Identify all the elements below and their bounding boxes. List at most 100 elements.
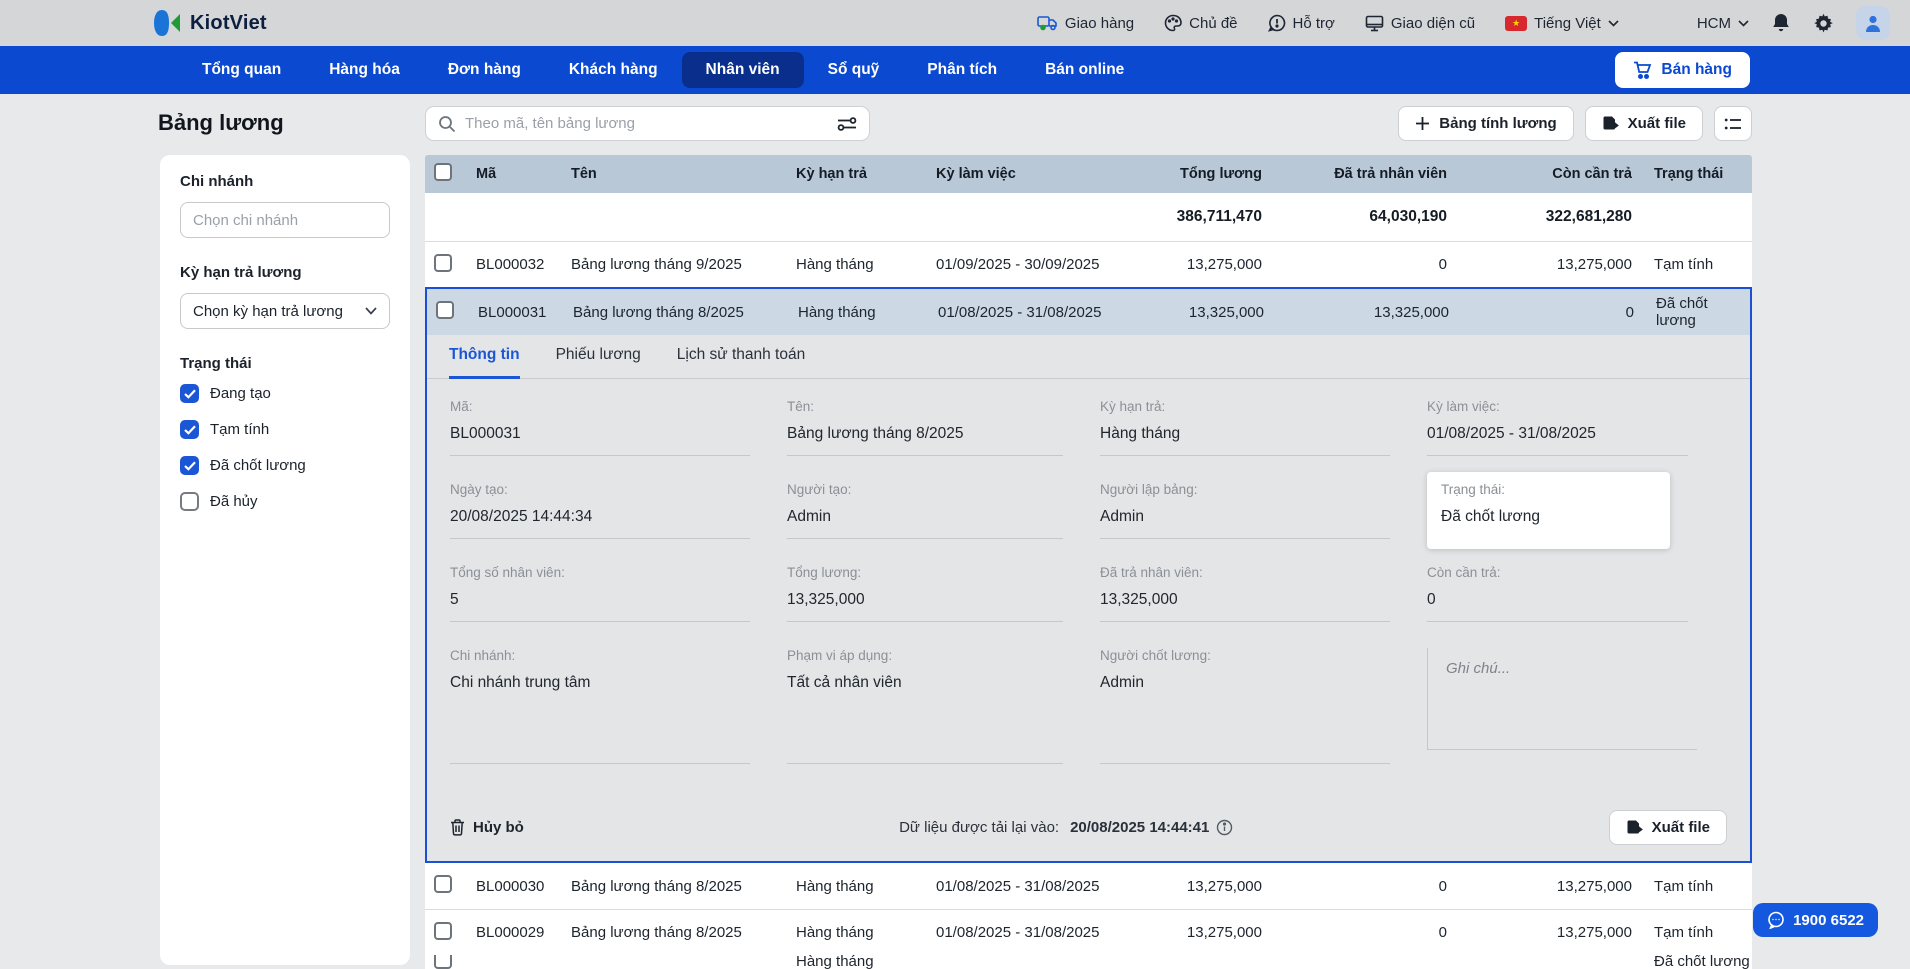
- tab-so-quy[interactable]: Sổ quỹ: [804, 52, 904, 88]
- status-option-da-chot-luong[interactable]: Đã chốt lương: [180, 456, 390, 475]
- status-option-tam-tinh[interactable]: Tạm tính: [180, 420, 390, 439]
- row-checkbox[interactable]: [436, 301, 454, 319]
- menu-item-theme[interactable]: Chủ đề: [1164, 14, 1237, 32]
- monitor-icon: [1365, 15, 1384, 32]
- language-selector[interactable]: ★ Tiếng Việt: [1505, 15, 1619, 32]
- field-label: Tổng số nhân viên:: [450, 565, 750, 580]
- field-value: Tất cả nhân viên: [787, 674, 1063, 692]
- cancel-label: Hủy bỏ: [473, 819, 524, 836]
- branch-selector[interactable]: HCM: [1697, 15, 1749, 32]
- row-checkbox[interactable]: [434, 922, 452, 940]
- kiotviet-logo[interactable]: KiotViet: [152, 9, 267, 37]
- detail-footer: Hủy bỏ Dữ liệu được tải lại vào: 20/08/2…: [427, 796, 1750, 861]
- field-label: Người lập bảng:: [1100, 482, 1390, 497]
- col-header-trang-thai[interactable]: Trạng thái: [1636, 166, 1752, 182]
- field-label: Ngày tạo:: [450, 482, 750, 497]
- cell-da-tra: 0: [1266, 924, 1451, 941]
- settings-gear-icon[interactable]: [1813, 13, 1834, 34]
- column-settings-button[interactable]: [1714, 106, 1752, 141]
- export-file-icon: [1626, 819, 1643, 837]
- col-header-con-can-tra[interactable]: Còn cần trả: [1451, 166, 1636, 182]
- ban-hang-button[interactable]: Bán hàng: [1615, 52, 1750, 88]
- menu-item-delivery[interactable]: Giao hàng: [1037, 15, 1134, 32]
- field-label: Mã:: [450, 399, 750, 414]
- col-header-ten[interactable]: Tên: [571, 166, 796, 182]
- field-label: Người tạo:: [787, 482, 1063, 497]
- cell-tong-luong: 13,325,000: [1148, 304, 1268, 321]
- detail-tab-phieu-luong[interactable]: Phiếu lương: [556, 335, 641, 379]
- truck-icon: [1037, 15, 1058, 31]
- table-row[interactable]: BL000032 Bảng lương tháng 9/2025 Hàng th…: [425, 241, 1752, 287]
- cancel-button[interactable]: Hủy bỏ: [450, 819, 524, 836]
- cell-da-tra: 0: [1266, 256, 1451, 273]
- field-value: 13,325,000: [1100, 591, 1390, 609]
- field-value: Admin: [787, 508, 1063, 526]
- row-checkbox[interactable]: [434, 875, 452, 893]
- period-filter-select[interactable]: Chọn kỳ hạn trả lương: [180, 293, 390, 329]
- col-header-da-tra[interactable]: Đã trả nhân viên: [1266, 166, 1451, 182]
- period-filter-label: Kỳ hạn trả lương: [180, 264, 390, 281]
- col-header-ma[interactable]: Mã: [476, 166, 571, 182]
- cell-da-tra: 0: [1266, 878, 1451, 895]
- field-trang-thai-highlighted: Trạng thái: Đã chốt lương: [1427, 472, 1670, 549]
- branch-label: HCM: [1697, 15, 1731, 32]
- search-input[interactable]: [465, 115, 828, 132]
- menu-item-support[interactable]: Hỗ trợ: [1268, 14, 1335, 32]
- user-avatar[interactable]: [1856, 6, 1890, 40]
- col-header-ky-lam-viec[interactable]: Kỳ làm việc: [936, 166, 1146, 182]
- palette-icon: [1164, 14, 1182, 32]
- tab-khach-hang[interactable]: Khách hàng: [545, 52, 682, 88]
- tab-tong-quan[interactable]: Tổng quan: [178, 52, 305, 88]
- cell-ma: BL000029: [476, 924, 571, 941]
- branch-filter-input[interactable]: [180, 202, 390, 238]
- note-field[interactable]: Ghi chú...: [1427, 648, 1697, 750]
- field-con-can-tra: Còn cần trả: 0: [1427, 565, 1688, 622]
- menu-label: Chủ đề: [1189, 15, 1237, 32]
- table-row-selected[interactable]: BL000031 Bảng lương tháng 8/2025 Hàng th…: [427, 289, 1750, 335]
- row-checkbox[interactable]: [434, 955, 452, 969]
- table-row[interactable]: BL000030 Bảng lương tháng 8/2025 Hàng th…: [425, 863, 1752, 909]
- col-header-tong-luong[interactable]: Tổng lương: [1146, 166, 1266, 182]
- tab-ban-online[interactable]: Bán online: [1021, 52, 1148, 88]
- field-tong-so-nhan-vien: Tổng số nhân viên: 5: [450, 565, 750, 622]
- menu-item-old-ui[interactable]: Giao diện cũ: [1365, 15, 1475, 32]
- field-value: BL000031: [450, 425, 750, 443]
- tab-nhan-vien[interactable]: Nhân viên: [682, 52, 804, 88]
- tab-phan-tich[interactable]: Phân tích: [903, 52, 1021, 88]
- row-checkbox[interactable]: [434, 254, 452, 272]
- field-value: 0: [1427, 591, 1688, 609]
- detail-export-button[interactable]: Xuất file: [1609, 810, 1727, 845]
- cell-con-can-tra: 0: [1453, 304, 1638, 321]
- field-label: Còn cần trả:: [1427, 565, 1688, 580]
- export-file-button[interactable]: Xuất file: [1585, 106, 1703, 141]
- table-row[interactable]: BL000029 Bảng lương tháng 8/2025 Hàng th…: [425, 909, 1752, 955]
- field-value: Hàng tháng: [1100, 425, 1390, 443]
- field-label: Đã trả nhân viên:: [1100, 565, 1390, 580]
- cell-da-tra: 13,325,000: [1268, 304, 1453, 321]
- status-option-da-huy[interactable]: Đã hủy: [180, 492, 390, 511]
- select-all-checkbox[interactable]: [434, 163, 452, 181]
- detail-tab-thong-tin[interactable]: Thông tin: [449, 335, 520, 379]
- field-ky-han-tra: Kỳ hạn trả: Hàng tháng: [1100, 399, 1390, 456]
- tab-don-hang[interactable]: Đơn hàng: [424, 52, 545, 88]
- help-bubble-icon: [1268, 14, 1286, 32]
- table-row-partial[interactable]: Hàng tháng Đã chốt lương: [425, 955, 1752, 969]
- notifications-bell-icon[interactable]: [1771, 12, 1791, 34]
- cell-ky-lam-viec: 01/09/2025 - 30/09/2025: [936, 256, 1146, 273]
- advanced-filter-icon[interactable]: [837, 116, 857, 132]
- cell-ten: Bảng lương tháng 9/2025: [571, 256, 796, 273]
- info-icon[interactable]: [1216, 819, 1233, 836]
- detail-tab-lich-su[interactable]: Lịch sử thanh toán: [677, 335, 805, 379]
- cell-ky-han-tra: Hàng tháng: [796, 878, 936, 895]
- field-label: Tổng lương:: [787, 565, 1063, 580]
- branch-filter-label: Chi nhánh: [180, 173, 390, 190]
- field-ky-lam-viec: Kỳ làm việc: 01/08/2025 - 31/08/2025: [1427, 399, 1688, 456]
- col-header-ky-han-tra[interactable]: Kỳ hạn trả: [796, 166, 936, 182]
- support-hotline-button[interactable]: 1900 6522: [1753, 903, 1878, 937]
- tab-hang-hoa[interactable]: Hàng hóa: [305, 52, 424, 88]
- status-option-dang-tao[interactable]: Đang tạo: [180, 384, 390, 403]
- field-label: Tên:: [787, 399, 1063, 414]
- create-payroll-button[interactable]: Bảng tính lương: [1398, 106, 1573, 141]
- detail-tabs: Thông tin Phiếu lương Lịch sử thanh toán: [427, 335, 1750, 379]
- period-filter-value: Chọn kỳ hạn trả lương: [193, 303, 343, 320]
